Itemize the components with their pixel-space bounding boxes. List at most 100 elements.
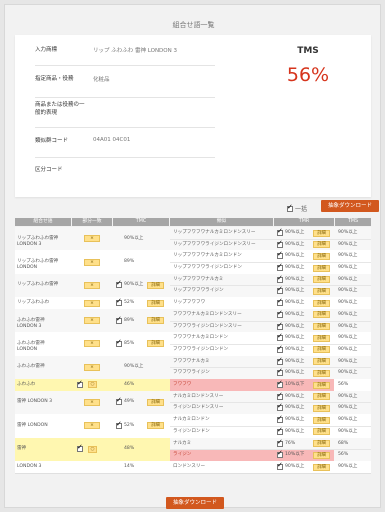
tmr-checkbox[interactable]	[277, 274, 283, 283]
similar-term: リップフワフワライジンロンドン	[173, 265, 242, 271]
tmr-detail-button[interactable]: 詳細	[313, 276, 330, 284]
tmr-checkbox[interactable]	[277, 250, 283, 260]
tmr-detail-button[interactable]: 詳細	[313, 346, 330, 354]
tms-cell: 90%以上	[338, 230, 358, 235]
partial-match-button[interactable]: ○	[88, 381, 97, 389]
tmc-value: 85%	[124, 340, 135, 346]
tmr-value: 90%以上	[285, 241, 305, 247]
tmc-checkbox[interactable]	[116, 420, 122, 429]
tmc-checkbox[interactable]	[116, 315, 122, 324]
tmr-checkbox[interactable]	[277, 402, 283, 412]
tms-cell: 90%以上	[338, 428, 358, 434]
table-row: 雷神 LONDON×52%詳細ナルカミロンドン90%以上詳細90%以上ライジンロ…	[15, 414, 371, 438]
partial-match-button[interactable]: ×	[84, 398, 100, 406]
tmr-detail-button[interactable]: 詳細	[313, 264, 330, 272]
partial-match-button[interactable]: ×	[84, 317, 100, 325]
download-button-top[interactable]: 抽象ダウンロード	[321, 200, 379, 212]
tmr-detail-button[interactable]: 詳細	[313, 334, 330, 342]
tmr-detail-button[interactable]: 詳細	[313, 369, 330, 377]
partial-match-button[interactable]: ×	[84, 281, 100, 289]
download-button-bottom[interactable]: 抽象ダウンロード	[166, 497, 224, 509]
partial-match-button[interactable]: ×	[84, 299, 100, 307]
tmr-checkbox[interactable]	[277, 309, 283, 318]
tmc-checkbox[interactable]	[116, 279, 122, 289]
tmc-checkbox[interactable]	[116, 297, 122, 307]
info-label: 区分コード	[35, 167, 63, 173]
tms-cell: 90%以上	[338, 464, 358, 469]
tmr-checkbox[interactable]	[277, 332, 283, 342]
tmr-detail-button[interactable]: 詳細	[313, 416, 330, 424]
tmr-checkbox[interactable]	[277, 367, 283, 377]
tmr-detail-button[interactable]: 詳細	[313, 404, 330, 412]
term-checkbox[interactable]	[77, 379, 83, 388]
tmr-detail-button[interactable]: 詳細	[313, 393, 330, 401]
tmr-detail-button[interactable]: 詳細	[313, 287, 330, 295]
tmr-detail-button[interactable]: 詳細	[313, 440, 330, 448]
tmr-checkbox[interactable]	[277, 227, 283, 236]
info-row-input-mark: 入力商標 リップ ふわふわ 雷神 LONDON 3	[35, 40, 215, 67]
similar-term: ロンドンスリー	[173, 464, 206, 469]
table-row: 雷神 ○ 48% ナルカミ 76% 詳細 68% ライジン 10%以下 詳細 56%	[15, 437, 371, 461]
similar-term: リップフワフワライジン	[173, 288, 224, 294]
similar-term: ライジン	[173, 452, 192, 458]
tms-cell: 90%以上	[338, 417, 358, 423]
tmr-checkbox[interactable]	[277, 321, 283, 330]
tmr-checkbox[interactable]	[277, 379, 283, 389]
tmr-checkbox[interactable]	[277, 262, 283, 272]
tmr-detail-button[interactable]: 詳細	[313, 229, 330, 237]
tmr-detail-button[interactable]: 詳細	[313, 323, 330, 331]
tmc-detail-button[interactable]: 詳細	[147, 398, 164, 406]
tmr-detail-button[interactable]: 詳細	[313, 252, 330, 260]
tmr-detail-button[interactable]: 詳細	[313, 463, 330, 471]
tmc-detail-button[interactable]: 詳細	[147, 340, 164, 348]
similar-term: フワフワライジンロンドンスリー	[173, 323, 242, 329]
tms-cell: 90%以上	[338, 253, 358, 259]
tmr-value: 90%以上	[285, 276, 305, 282]
tmr-detail-button[interactable]: 詳細	[313, 311, 330, 319]
tmc-detail-button[interactable]: 詳細	[147, 422, 164, 430]
tmr-checkbox[interactable]	[277, 461, 283, 470]
table-row: リップふわふわ × 52% 詳細 リップフワフワ 90%以上 詳細 90%以上	[15, 297, 371, 309]
tmc-detail-button[interactable]: 詳細	[147, 299, 164, 307]
tmr-value: 90%以上	[285, 346, 305, 352]
similar-term: フワフワナルカミロンドン	[173, 335, 228, 341]
tmr-checkbox[interactable]	[277, 391, 283, 400]
page: 組合せ語一覧 入力商標 リップ ふわふわ 雷神 LONDON 3 指定商品・役務…	[4, 4, 381, 509]
table-row: リップふわふわ雷神×90%以上詳細リップフワフワナルカミ90%以上詳細90%以上…	[15, 273, 371, 298]
partial-match-button[interactable]: ○	[88, 445, 97, 453]
tmc-detail-button[interactable]: 詳細	[147, 281, 164, 289]
tmr-detail-button[interactable]: 詳細	[313, 381, 330, 389]
partial-match-button[interactable]: ×	[84, 235, 100, 243]
select-all[interactable]: 一括	[287, 203, 307, 213]
select-all-checkbox[interactable]	[287, 203, 293, 212]
tmr-checkbox[interactable]	[277, 426, 283, 435]
partial-match-button[interactable]: ×	[84, 422, 100, 430]
tmr-checkbox[interactable]	[277, 297, 283, 307]
partial-match-button[interactable]: ×	[84, 340, 100, 348]
term-checkbox[interactable]	[77, 443, 83, 453]
tmc-checkbox[interactable]	[116, 338, 122, 347]
tmr-detail-button[interactable]: 詳細	[313, 299, 330, 307]
sub-row-divider	[170, 343, 371, 345]
tmr-checkbox[interactable]	[277, 239, 283, 248]
tmr-detail-button[interactable]: 詳細	[313, 241, 330, 249]
tmr-detail-button[interactable]: 詳細	[313, 358, 330, 366]
tmc-checkbox[interactable]	[116, 396, 122, 406]
tmr-checkbox[interactable]	[277, 449, 283, 459]
tmr-value: 90%以上	[285, 370, 305, 376]
similar-term: リップフワフワライジンロンドンスリー	[173, 241, 256, 247]
similar-term: リップフワフワナルカミ	[173, 276, 224, 282]
tms-cell: 90%以上	[338, 346, 358, 352]
tmr-detail-button[interactable]: 詳細	[313, 451, 330, 459]
tmr-checkbox[interactable]	[277, 285, 283, 295]
tmr-checkbox[interactable]	[277, 356, 283, 365]
tmr-value: 10%以下	[285, 452, 305, 458]
partial-match-button[interactable]: ×	[84, 363, 100, 371]
tmc-detail-button[interactable]: 詳細	[147, 317, 164, 325]
tmr-checkbox[interactable]	[277, 344, 283, 353]
partial-match-button[interactable]: ×	[84, 258, 100, 266]
tmr-detail-button[interactable]: 詳細	[313, 428, 330, 436]
tmr-checkbox[interactable]	[277, 438, 283, 447]
tmr-checkbox[interactable]	[277, 414, 283, 424]
info-row-general-expression: 商品または役務の一般的表現	[35, 99, 215, 126]
